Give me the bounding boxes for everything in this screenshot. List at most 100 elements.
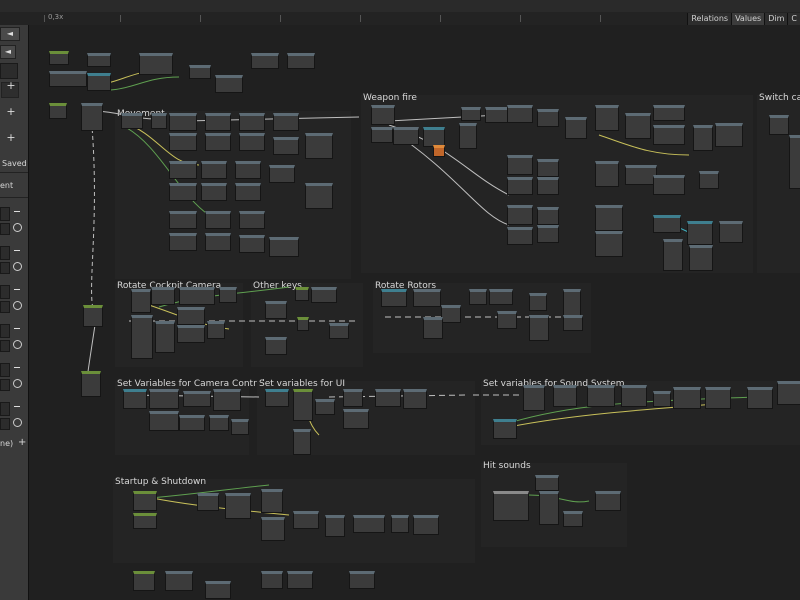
graph-node[interactable] xyxy=(265,301,287,319)
graph-node[interactable] xyxy=(215,75,243,93)
variable-value-field[interactable] xyxy=(0,285,10,299)
graph-node[interactable] xyxy=(49,103,67,119)
graph-node[interactable] xyxy=(705,387,731,409)
graph-node[interactable] xyxy=(295,287,309,301)
gear-icon[interactable] xyxy=(13,262,22,271)
graph-node[interactable] xyxy=(287,571,313,589)
variable-type-dropdown[interactable] xyxy=(0,223,10,235)
graph-node[interactable] xyxy=(169,183,197,201)
graph-node[interactable] xyxy=(133,513,157,529)
graph-node[interactable] xyxy=(297,317,309,331)
graph-node[interactable] xyxy=(169,113,197,131)
gear-icon[interactable] xyxy=(13,379,22,388)
graph-node[interactable] xyxy=(663,239,683,271)
graph-node[interactable] xyxy=(329,323,349,339)
graph-node[interactable] xyxy=(507,155,533,175)
graph-node[interactable] xyxy=(371,105,395,125)
graph-node[interactable] xyxy=(537,207,559,225)
graph-node[interactable] xyxy=(239,133,265,151)
graph-node[interactable] xyxy=(273,113,299,131)
graph-node[interactable] xyxy=(529,315,549,341)
graph-node[interactable] xyxy=(293,511,319,529)
graph-node[interactable] xyxy=(205,211,231,229)
variable-type-dropdown[interactable] xyxy=(0,379,10,391)
graph-node[interactable] xyxy=(179,415,205,431)
graph-node[interactable] xyxy=(535,475,559,491)
graph-node[interactable] xyxy=(595,491,621,511)
graph-node[interactable] xyxy=(261,517,285,541)
graph-node[interactable] xyxy=(133,491,157,511)
graph-node[interactable] xyxy=(621,385,647,407)
variable-type-dropdown[interactable] xyxy=(0,340,10,352)
graph-node[interactable] xyxy=(493,419,517,439)
graph-node[interactable] xyxy=(251,53,279,69)
tab-dim[interactable]: Dim xyxy=(764,13,788,25)
graph-node[interactable] xyxy=(209,415,229,431)
graph-node[interactable] xyxy=(459,123,477,149)
graph-node[interactable] xyxy=(305,183,333,209)
graph-node[interactable] xyxy=(497,311,517,329)
graph-node[interactable] xyxy=(213,389,241,411)
graph-node[interactable] xyxy=(391,515,409,533)
graph-node[interactable] xyxy=(201,161,227,179)
graph-node[interactable] xyxy=(133,571,155,591)
gear-icon[interactable] xyxy=(13,418,22,427)
graph-node[interactable] xyxy=(197,493,219,511)
graph-node[interactable] xyxy=(693,125,713,151)
graph-node[interactable] xyxy=(565,117,587,139)
gear-icon[interactable] xyxy=(13,223,22,232)
graph-node[interactable] xyxy=(687,221,713,245)
graph-node[interactable] xyxy=(325,515,345,537)
graph-node[interactable] xyxy=(715,123,743,147)
graph-node[interactable] xyxy=(273,137,299,155)
remove-button[interactable] xyxy=(14,211,20,212)
graph-node[interactable] xyxy=(81,371,101,397)
new-variable-type[interactable]: ne) xyxy=(0,439,13,448)
graph-node[interactable] xyxy=(139,53,173,75)
graph-node[interactable] xyxy=(587,385,615,407)
graph-node[interactable] xyxy=(777,381,800,405)
graph-node[interactable] xyxy=(539,491,559,525)
graph-node[interactable] xyxy=(537,225,559,243)
graph-node[interactable] xyxy=(83,305,103,327)
graph-node[interactable] xyxy=(225,493,251,519)
graph-node[interactable] xyxy=(371,127,393,143)
graph-node[interactable] xyxy=(537,159,559,177)
graph-node[interactable] xyxy=(595,205,623,231)
variable-type-dropdown[interactable] xyxy=(0,262,10,274)
graph-node[interactable] xyxy=(653,175,685,195)
graph-node[interactable] xyxy=(747,387,773,409)
graph-node[interactable] xyxy=(205,581,231,599)
tab-more[interactable]: C xyxy=(787,13,800,25)
remove-button[interactable] xyxy=(14,328,20,329)
graph-node[interactable] xyxy=(507,227,533,245)
variable-value-field[interactable] xyxy=(0,246,10,260)
graph-node[interactable] xyxy=(239,235,265,253)
graph-node[interactable] xyxy=(507,205,533,225)
graph-node[interactable] xyxy=(305,133,333,159)
graph-node[interactable] xyxy=(235,161,261,179)
remove-button[interactable] xyxy=(14,250,20,251)
graph-node[interactable] xyxy=(189,65,211,79)
graph-node[interactable] xyxy=(155,321,175,353)
panel-toggle-button[interactable]: ◄ xyxy=(0,45,16,59)
graph-node[interactable] xyxy=(353,515,385,533)
graph-node[interactable] xyxy=(239,211,265,229)
graph-node[interactable] xyxy=(469,289,487,305)
graph-node[interactable] xyxy=(269,165,295,183)
graph-node[interactable] xyxy=(177,307,205,325)
variable-type-dropdown[interactable] xyxy=(0,301,10,313)
graph-node[interactable] xyxy=(595,231,623,257)
graph-node[interactable] xyxy=(261,571,283,589)
graph-node[interactable] xyxy=(563,315,583,331)
graph-node[interactable] xyxy=(265,389,289,407)
graph-node[interactable] xyxy=(653,215,681,233)
graph-node[interactable] xyxy=(179,287,215,305)
graph-node[interactable] xyxy=(151,113,167,129)
graph-node[interactable] xyxy=(403,389,427,409)
graph-node[interactable] xyxy=(315,399,335,415)
remove-button[interactable] xyxy=(14,406,20,407)
graph-node[interactable] xyxy=(393,127,419,145)
variable-value-field[interactable] xyxy=(0,207,10,221)
sidebar-field[interactable] xyxy=(0,63,18,79)
